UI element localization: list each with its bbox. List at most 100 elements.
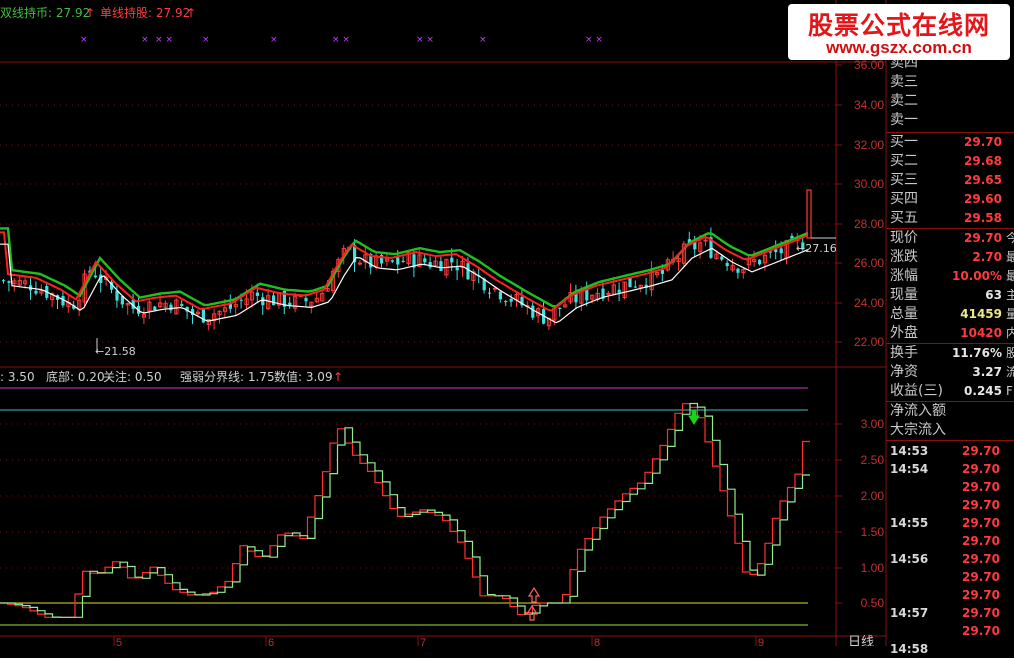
quote-row: 买三 29.65 bbox=[886, 171, 1014, 190]
tick-time: 14:54 bbox=[890, 462, 929, 476]
candle-body bbox=[450, 257, 454, 263]
quote-suffix: 股 bbox=[1006, 346, 1014, 360]
flow-row: 大宗流入 bbox=[886, 421, 1014, 440]
tick-time: 14:55 bbox=[890, 516, 929, 530]
svg-text:×: × bbox=[270, 35, 278, 45]
candle-body bbox=[736, 268, 740, 273]
tick-row: 14:56 29.70 bbox=[886, 550, 1014, 568]
flow-label: 净流入额 bbox=[890, 403, 946, 419]
candle-body bbox=[720, 256, 724, 260]
tick-row: 29.70 bbox=[886, 496, 1014, 514]
quote-suffix: 内 bbox=[1006, 326, 1014, 340]
indicator-legend-divider: 强弱分界线: 1.75 bbox=[180, 370, 275, 384]
price-tick: 36.00 bbox=[854, 58, 884, 72]
tick-price: 29.70 bbox=[962, 624, 1000, 638]
tick-time: 14:53 bbox=[890, 444, 929, 458]
price-tick: 30.00 bbox=[854, 177, 884, 191]
price-tick: 24.00 bbox=[854, 296, 884, 310]
tick-row: 29.70 bbox=[886, 568, 1014, 586]
date-axis: 5 6 7 8 9 bbox=[116, 637, 764, 646]
date-tick: 8 bbox=[594, 637, 600, 646]
stock-chart[interactable]: 36.00 34.00 32.00 30.00 28.00 26.00 24.0… bbox=[0, 0, 1014, 646]
quote-suffix: 流 bbox=[1006, 365, 1014, 379]
svg-text:× ×: × × bbox=[155, 35, 173, 45]
period-label[interactable]: 日线 bbox=[848, 635, 874, 646]
quote-panel: 卖四 卖三 卖二 卖一 买一 29.70 买二 29.68 买三 29.65 买四 29.60 买五 2… bbox=[886, 55, 1014, 656]
candle-body bbox=[390, 260, 394, 262]
quote-value: 63 bbox=[985, 288, 1002, 302]
quote-label: 现量 bbox=[890, 287, 918, 303]
tick-price: 29.70 bbox=[962, 480, 1000, 494]
candle-body bbox=[617, 289, 621, 293]
svg-text:× ×: × × bbox=[332, 35, 350, 45]
quote-label: 卖一 bbox=[890, 112, 918, 128]
candle-body bbox=[153, 306, 157, 311]
candle-body bbox=[703, 239, 708, 242]
price-tick: 26.00 bbox=[854, 256, 884, 270]
quote-value: 29.68 bbox=[964, 154, 1002, 168]
quote-value: 3.27 bbox=[972, 365, 1002, 379]
quote-row: 涨跌 2.70 最 bbox=[886, 248, 1014, 267]
quote-label: 买五 bbox=[890, 210, 918, 226]
quote-label: 收益(三) bbox=[890, 383, 943, 399]
date-tick: 5 bbox=[116, 637, 122, 646]
signal-markers: × × × × × × × × × × × × × bbox=[80, 35, 603, 45]
quote-row: 买五 29.58 bbox=[886, 209, 1014, 228]
candle-body bbox=[2, 280, 6, 282]
date-tick: 9 bbox=[758, 637, 764, 646]
quote-label: 买二 bbox=[890, 153, 918, 169]
quote-row: 现量 63 主 bbox=[886, 286, 1014, 305]
tick-price: 29.70 bbox=[962, 588, 1000, 602]
quote-label: 涨幅 bbox=[890, 268, 918, 284]
tick-price: 29.70 bbox=[962, 606, 1000, 620]
double-line-label: 双线持币: 27.92 bbox=[0, 5, 90, 20]
flow-label: 大宗流入 bbox=[890, 422, 946, 438]
quote-value: 29.58 bbox=[964, 211, 1002, 225]
quote-label: 卖二 bbox=[890, 93, 918, 109]
quote-label: 买三 bbox=[890, 172, 918, 188]
candle-body bbox=[725, 262, 729, 267]
quote-label: 涨跌 bbox=[890, 249, 918, 265]
candle-body bbox=[488, 292, 492, 294]
svg-text:×: × bbox=[141, 35, 149, 45]
tick-time: 14:57 bbox=[890, 606, 929, 620]
price-tick: 22.00 bbox=[854, 335, 884, 349]
indicator-tick: 0.50 bbox=[861, 596, 885, 610]
candle-body bbox=[169, 304, 173, 311]
candle-body bbox=[239, 299, 243, 301]
candle-body bbox=[428, 262, 432, 268]
indicator-tick: 1.00 bbox=[861, 561, 885, 575]
quote-row: 总量 41459 量 bbox=[886, 305, 1014, 324]
low-annotation: ←21.58 bbox=[95, 345, 136, 358]
quote-row: 外盘 10420 内 bbox=[886, 324, 1014, 343]
candle-body bbox=[466, 263, 470, 280]
quote-value: 10420 bbox=[960, 326, 1002, 340]
candle-body bbox=[423, 258, 427, 263]
candle-body bbox=[357, 262, 363, 265]
svg-text:×: × bbox=[479, 35, 487, 45]
tick-row: 29.70 bbox=[886, 532, 1014, 550]
tick-row: 14:58 bbox=[886, 640, 1014, 658]
quote-row: 买二 29.68 bbox=[886, 152, 1014, 171]
double-line-arrow: ↑ bbox=[85, 6, 95, 20]
price-tick: 28.00 bbox=[854, 217, 884, 231]
quote-row: 现价 29.70 今 bbox=[886, 229, 1014, 248]
candle-body bbox=[34, 290, 38, 294]
candle-body bbox=[660, 270, 664, 274]
quote-value: 29.65 bbox=[964, 173, 1002, 187]
quote-row: 买一 29.70 bbox=[886, 133, 1014, 152]
candle-body bbox=[758, 259, 762, 265]
single-line-label: 单线持股: 27.92 bbox=[100, 5, 190, 20]
tick-price: 29.70 bbox=[962, 552, 1000, 566]
tick-price: 29.70 bbox=[962, 534, 1000, 548]
quote-row: 换手 11.76% 股 bbox=[886, 344, 1014, 363]
tick-row: 14:57 29.70 bbox=[886, 604, 1014, 622]
candle-body bbox=[396, 257, 400, 265]
quote-label: 买四 bbox=[890, 191, 918, 207]
single-line-arrow: ↑ bbox=[186, 6, 196, 20]
tick-price: 29.70 bbox=[962, 498, 1000, 512]
quote-row: 净资 3.27 流 bbox=[886, 363, 1014, 382]
date-tick: 6 bbox=[268, 637, 274, 646]
quote-value: 41459 bbox=[960, 307, 1002, 321]
tick-row: 29.70 bbox=[886, 478, 1014, 496]
